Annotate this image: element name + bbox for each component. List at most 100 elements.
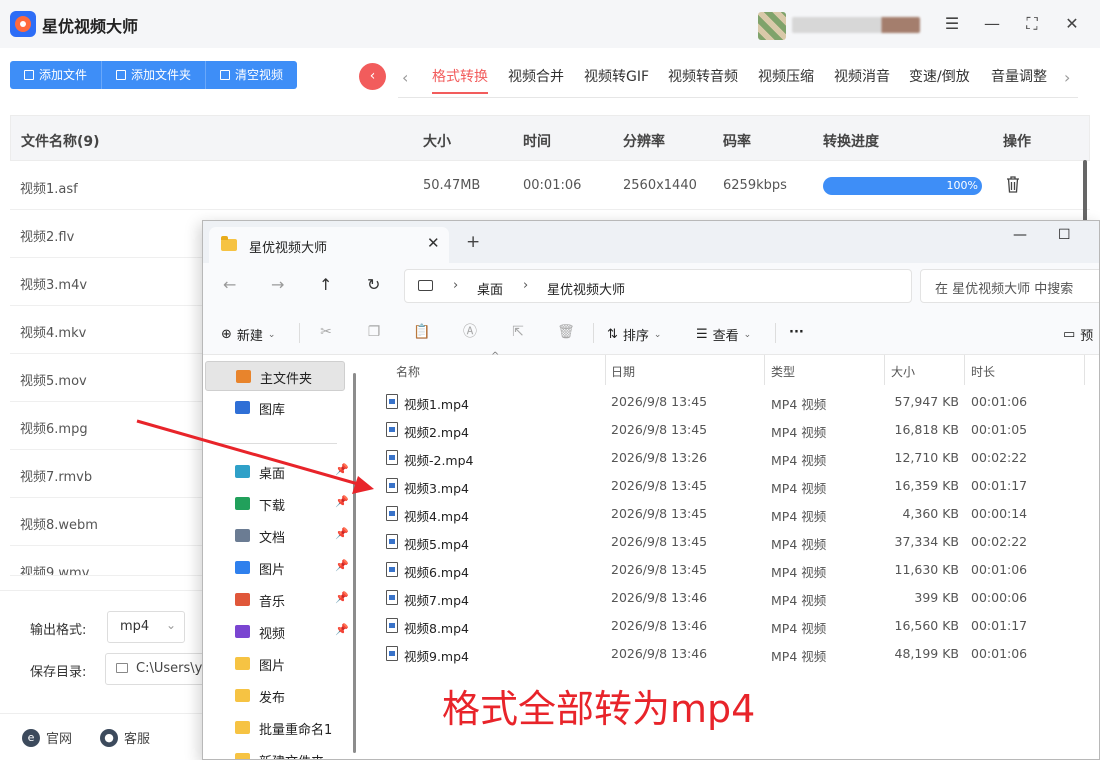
col-header-size[interactable]: 大小 bbox=[891, 355, 915, 385]
up-arrow-icon[interactable]: ↑ bbox=[319, 275, 332, 294]
minimize-button[interactable]: — bbox=[980, 12, 1004, 36]
file-row[interactable]: 视频8.mp4 2026/9/8 13:46 MP4 视频 16,560 KB 00:0… bbox=[361, 612, 1099, 640]
sidebar-item[interactable]: 下载 📌 bbox=[205, 489, 349, 519]
cut-icon[interactable]: ✂ bbox=[317, 323, 335, 341]
new-tab-icon[interactable]: + bbox=[466, 232, 480, 252]
explorer-tab[interactable]: 星优视频大师 ✕ bbox=[209, 227, 449, 263]
sidebar-item[interactable]: 发布 bbox=[205, 681, 345, 711]
file-row[interactable]: 视频7.mp4 2026/9/8 13:46 MP4 视频 399 KB 00:00:0… bbox=[361, 584, 1099, 612]
tab-video-to-audio[interactable]: 视频转音频 bbox=[668, 66, 738, 86]
file-type: MP4 视频 bbox=[771, 649, 827, 664]
maximize-button[interactable]: ⛶ bbox=[1020, 12, 1044, 36]
close-tab-icon[interactable]: ✕ bbox=[427, 234, 440, 252]
sidebar-item-label: 下载 bbox=[259, 499, 286, 514]
tab-video-compress[interactable]: 视频压缩 bbox=[758, 66, 814, 86]
user-name-blurred[interactable] bbox=[792, 17, 920, 33]
sidebar-item[interactable]: 图片 bbox=[205, 649, 345, 679]
user-avatar[interactable] bbox=[758, 12, 786, 40]
add-file-button[interactable]: 添加文件 bbox=[10, 61, 103, 89]
forward-arrow-icon[interactable]: → bbox=[271, 275, 284, 294]
support-link[interactable]: ● 客服 bbox=[100, 728, 150, 747]
row-name: 视频4.mkv bbox=[20, 326, 87, 341]
file-type: MP4 视频 bbox=[771, 593, 827, 608]
rename-icon[interactable]: Ⓐ bbox=[461, 323, 479, 341]
file-type: MP4 视频 bbox=[771, 425, 827, 440]
sidebar-item[interactable]: 批量重命名1 bbox=[205, 713, 345, 743]
file-row[interactable]: 视频-2.mp4 2026/9/8 13:26 MP4 视频 12,710 KB 00:… bbox=[361, 444, 1099, 472]
preview-pane-icon: ▭ bbox=[1063, 327, 1076, 342]
breadcrumb-desktop[interactable]: 桌面 bbox=[477, 279, 503, 298]
more-button[interactable]: ··· bbox=[789, 325, 804, 340]
sidebar-item[interactable]: 图片 📌 bbox=[205, 553, 349, 583]
paste-icon[interactable]: 📋 bbox=[413, 323, 431, 341]
back-arrow-icon[interactable]: ← bbox=[223, 275, 236, 294]
separator bbox=[593, 323, 594, 343]
refresh-icon[interactable]: ↻ bbox=[367, 275, 380, 294]
sort-ascending-icon: ^ bbox=[491, 351, 500, 362]
sort-button[interactable]: ⇅ 排序 ⌄ bbox=[607, 325, 661, 344]
row-size: 50.47MB bbox=[423, 178, 481, 193]
share-icon[interactable]: ⇱ bbox=[509, 323, 527, 341]
close-button[interactable]: ✕ bbox=[1060, 12, 1084, 36]
address-bar[interactable]: › 桌面 › 星优视频大师 bbox=[404, 269, 912, 303]
tab-video-to-gif[interactable]: 视频转GIF bbox=[584, 66, 649, 86]
file-row[interactable]: 视频1.mp4 2026/9/8 13:45 MP4 视频 57,947 KB 00:0… bbox=[361, 388, 1099, 416]
col-header-date[interactable]: 日期 bbox=[611, 355, 635, 385]
tab-format-convert[interactable]: 格式转换 bbox=[432, 66, 488, 94]
chevron-down-icon: ⌄ bbox=[165, 618, 176, 632]
row-bitrate: 6259kbps bbox=[723, 178, 787, 193]
file-row[interactable]: 视频2.mp4 2026/9/8 13:45 MP4 视频 16,818 KB 00:0… bbox=[361, 416, 1099, 444]
col-header-duration[interactable]: 时长 bbox=[971, 355, 995, 385]
sidebar-item[interactable]: 文档 📌 bbox=[205, 521, 349, 551]
file-row[interactable]: 视频9.mp4 2026/9/8 13:46 MP4 视频 48,199 KB 00:0… bbox=[361, 640, 1099, 668]
copy-icon[interactable]: ❐ bbox=[365, 323, 383, 341]
preview-button[interactable]: ▭ 预 bbox=[1063, 325, 1093, 344]
row-name: 视频1.asf bbox=[20, 182, 78, 197]
pin-icon: 📌 bbox=[335, 463, 349, 476]
breadcrumb-folder[interactable]: 星优视频大师 bbox=[547, 279, 625, 298]
tab-video-mute[interactable]: 视频消音 bbox=[834, 66, 890, 86]
explorer-minimize-button[interactable]: — bbox=[1013, 227, 1027, 243]
file-type: MP4 视频 bbox=[771, 397, 827, 412]
globe-icon: e bbox=[22, 728, 40, 747]
col-header-name[interactable]: 名称 bbox=[396, 355, 420, 385]
sidebar-scrollbar[interactable] bbox=[353, 373, 356, 753]
video-file-icon bbox=[386, 394, 398, 409]
website-link[interactable]: e 官网 bbox=[22, 728, 72, 747]
sidebar-item[interactable]: 音乐 📌 bbox=[205, 585, 349, 615]
delete-icon[interactable]: 🗑 bbox=[557, 323, 575, 341]
sidebar-item[interactable]: 主文件夹 bbox=[205, 361, 345, 391]
file-row[interactable]: 视频3.mp4 2026/9/8 13:45 MP4 视频 16,359 KB 00:0… bbox=[361, 472, 1099, 500]
search-input[interactable]: 在 星优视频大师 中搜索 bbox=[920, 269, 1099, 303]
tab-speed-reverse[interactable]: 变速/倒放 bbox=[909, 66, 970, 86]
explorer-maximize-button[interactable]: ☐ bbox=[1058, 227, 1071, 243]
sidebar-item[interactable]: 图库 bbox=[205, 393, 345, 423]
file-row[interactable]: 视频6.mp4 2026/9/8 13:45 MP4 视频 11,630 KB 00:0… bbox=[361, 556, 1099, 584]
app-logo-icon bbox=[10, 11, 36, 37]
sidebar-item[interactable]: 视频 📌 bbox=[205, 617, 349, 647]
file-date: 2026/9/8 13:45 bbox=[611, 478, 708, 493]
clear-videos-button[interactable]: 清空视频 bbox=[206, 61, 298, 89]
delete-row-icon[interactable] bbox=[1006, 176, 1020, 193]
file-date: 2026/9/8 13:26 bbox=[611, 450, 708, 465]
view-list-icon: ☰ bbox=[696, 327, 708, 342]
settings-icon[interactable]: ☰ bbox=[940, 12, 964, 36]
tab-volume-adjust[interactable]: 音量调整 bbox=[991, 66, 1047, 86]
sidebar-item[interactable]: 桌面 📌 bbox=[205, 457, 349, 487]
tabs-prev-icon[interactable]: ‹ bbox=[402, 68, 408, 87]
view-label: 查看 bbox=[712, 329, 739, 344]
collapse-left-button[interactable]: ‹ bbox=[359, 63, 386, 90]
video-file-icon bbox=[386, 590, 398, 605]
output-format-select[interactable]: mp4 ⌄ bbox=[107, 611, 185, 643]
col-header-type[interactable]: 类型 bbox=[771, 355, 795, 385]
tab-video-merge[interactable]: 视频合并 bbox=[508, 66, 564, 86]
new-button[interactable]: ⊕ 新建 ⌄ bbox=[221, 325, 275, 344]
trash-icon bbox=[220, 70, 231, 80]
add-folder-button[interactable]: 添加文件夹 bbox=[102, 61, 207, 89]
view-button[interactable]: ☰ 查看 ⌄ bbox=[696, 325, 751, 344]
sidebar-item[interactable]: 新建文件夹 bbox=[205, 745, 345, 759]
tabs-next-icon[interactable]: › bbox=[1064, 68, 1070, 87]
table-row[interactable]: 视频1.asf 50.47MB 00:01:06 2560x1440 6259k… bbox=[10, 162, 1090, 210]
file-row[interactable]: 视频4.mp4 2026/9/8 13:45 MP4 视频 4,360 KB 00:00… bbox=[361, 500, 1099, 528]
file-row[interactable]: 视频5.mp4 2026/9/8 13:45 MP4 视频 37,334 KB 00:0… bbox=[361, 528, 1099, 556]
